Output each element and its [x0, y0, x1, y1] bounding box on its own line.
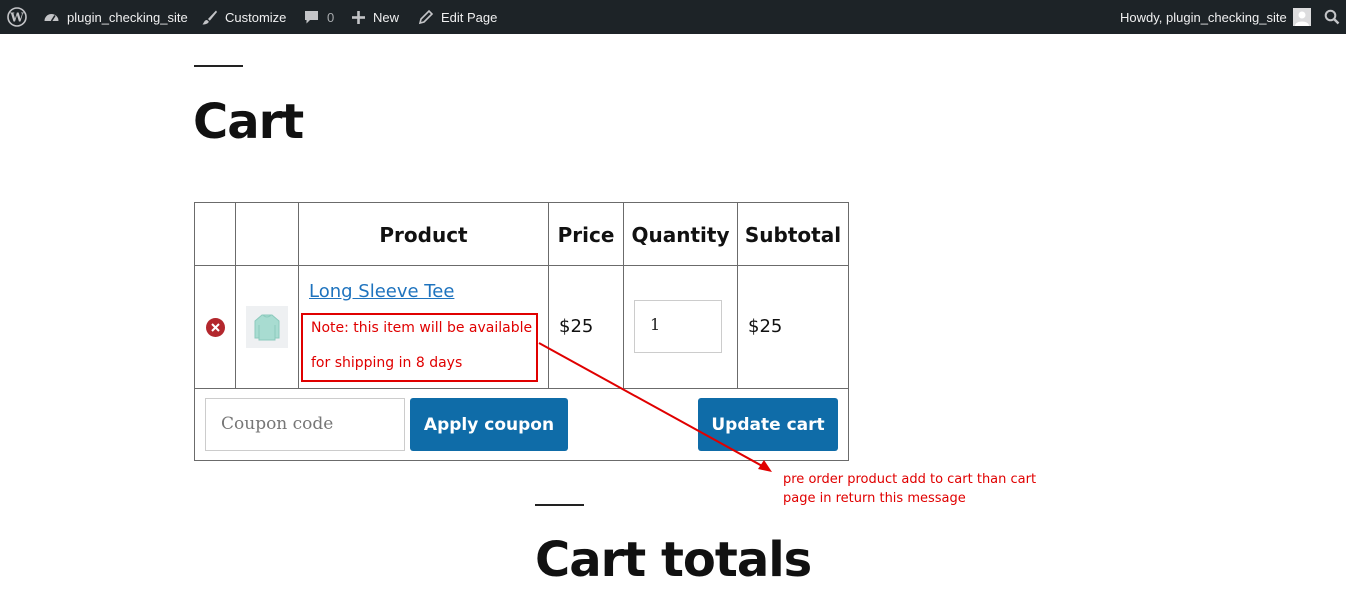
close-icon [211, 323, 220, 332]
product-name-link[interactable]: Long Sleeve Tee [309, 281, 454, 302]
totals-separator [535, 504, 584, 506]
row-divider [195, 388, 848, 389]
item-price: $25 [559, 316, 594, 337]
pencil-icon [418, 9, 434, 25]
my-account-link[interactable]: Howdy, plugin_checking_site [1120, 0, 1311, 34]
comments-count: 0 [327, 9, 335, 25]
edit-page-link[interactable]: Edit Page [418, 0, 497, 34]
quantity-input[interactable]: 1 [634, 300, 722, 353]
plus-icon [351, 10, 366, 25]
annotation-line: pre order product add to cart than cart [783, 472, 1037, 487]
product-thumbnail[interactable] [246, 306, 288, 348]
preorder-note-line: Note: this item will be available [311, 320, 533, 336]
update-cart-button[interactable]: Update cart [698, 398, 838, 451]
preorder-note-box: Note: this item will be available for sh… [301, 313, 538, 382]
search-icon [1324, 9, 1340, 25]
cart-table: Product Price Quantity Subtotal Long Sle… [194, 202, 849, 461]
header-product: Product [379, 222, 468, 247]
header-subtotal: Subtotal [744, 222, 842, 247]
header-price: Price [557, 222, 615, 247]
avatar [1292, 8, 1311, 26]
howdy-label: Howdy, plugin_checking_site [1120, 9, 1287, 25]
brush-icon [201, 9, 218, 26]
annotation-line: page in return this message [783, 491, 966, 506]
preorder-note-line: for shipping in 8 days [311, 355, 463, 371]
wordpress-icon: W [7, 7, 27, 27]
new-label: New [373, 9, 400, 25]
comment-icon [303, 9, 320, 26]
long-sleeve-shirt-icon [254, 314, 280, 341]
admin-bar: W plugin_checking_site Customize 0 New E… [0, 0, 1346, 34]
site-name-label: plugin_checking_site [67, 9, 188, 25]
customize-label: Customize [225, 9, 287, 25]
comments-link[interactable]: 0 [303, 0, 334, 34]
edit-page-label: Edit Page [441, 9, 498, 25]
svg-text:W: W [9, 11, 24, 25]
column-divider [235, 203, 236, 389]
customize-link[interactable]: Customize [201, 0, 286, 34]
header-quantity: Quantity [631, 222, 730, 247]
title-separator [194, 65, 243, 67]
search-button[interactable] [1324, 0, 1340, 34]
apply-coupon-button[interactable]: Apply coupon [410, 398, 568, 451]
dashboard-icon [43, 9, 60, 26]
remove-item-button[interactable] [206, 318, 225, 337]
item-subtotal: $25 [748, 316, 783, 337]
annotation-text: pre order product add to cart than cart … [783, 470, 1053, 508]
user-avatar-icon [1294, 11, 1309, 26]
site-name-link[interactable]: plugin_checking_site [43, 0, 188, 34]
wordpress-logo-button[interactable]: W [7, 0, 27, 34]
new-content-link[interactable]: New [351, 0, 399, 34]
page-title: Cart [193, 94, 304, 150]
cart-totals-title: Cart totals [535, 532, 812, 588]
coupon-code-input[interactable]: Coupon code [205, 398, 405, 451]
